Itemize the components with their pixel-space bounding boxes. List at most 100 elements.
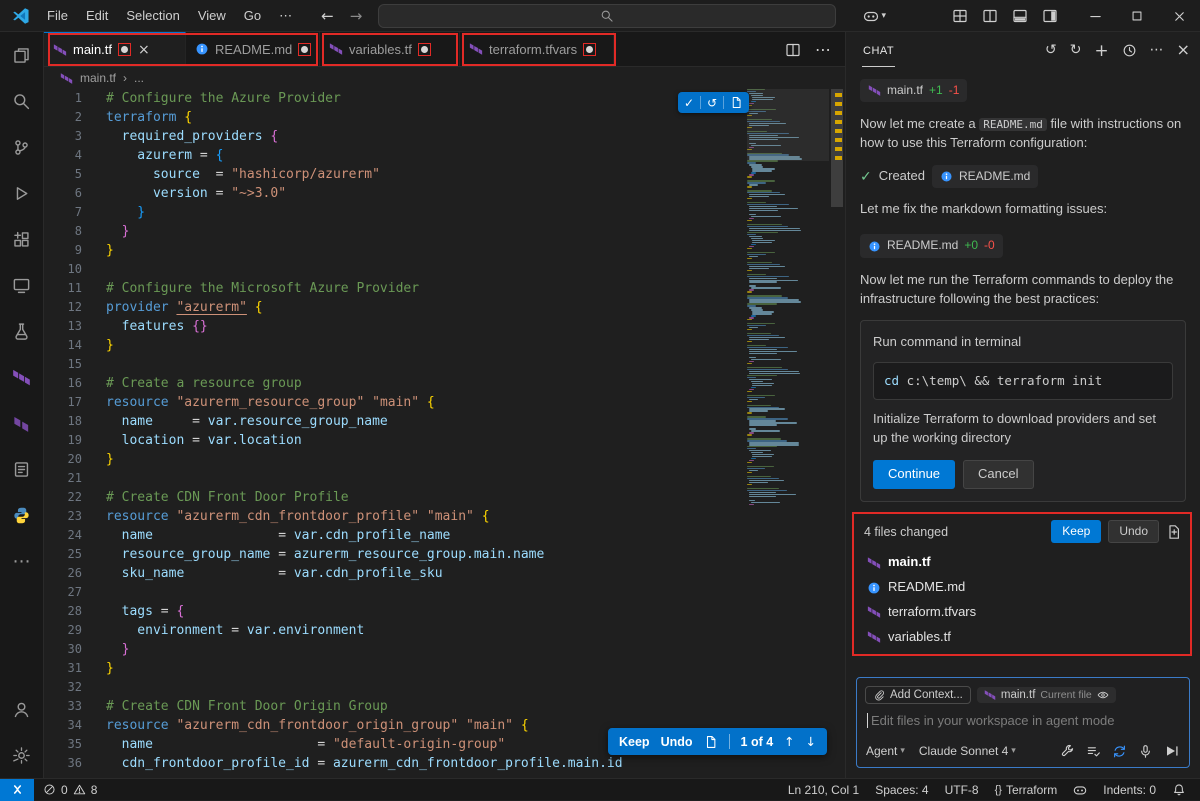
info-icon [868,240,881,253]
status-encoding[interactable]: UTF-8 [945,783,979,797]
file-change-badge[interactable]: main.tf +1 -1 [860,79,967,102]
history-back-button[interactable]: ← [321,7,334,25]
tab-README-md[interactable]: README.md [186,32,320,66]
vertical-scrollbar[interactable] [829,89,845,778]
undo-button[interactable]: Undo [661,735,693,749]
warning-mark [835,156,842,160]
attached-file-chip[interactable]: main.tf Current file [977,687,1116,703]
model-picker[interactable]: Claude Sonnet 4 ▾ [919,744,1016,758]
status-indentation[interactable]: Spaces: 4 [875,783,928,797]
status-cursor-position[interactable]: Ln 210, Col 1 [788,783,859,797]
activity-terraform-hcl[interactable] [0,400,44,446]
status-copilot-status[interactable] [1073,783,1087,797]
menu-item-go[interactable]: Go [235,0,270,31]
accept-change-button[interactable]: ✓ [678,92,700,113]
activity-docs[interactable] [0,446,44,492]
breadcrumb-more[interactable]: ... [134,71,144,85]
code-text: sku_name = var.cdn_profile_sku [106,564,443,583]
maximize-button[interactable] [1116,0,1158,32]
file-icon[interactable] [704,735,718,749]
tab-variables-tf[interactable]: variables.tf [320,32,460,66]
code-line: 3 required_providers { [44,127,845,146]
breadcrumb-file[interactable]: main.tf [80,71,116,85]
go-to-file-button[interactable] [724,92,749,113]
eye-icon[interactable] [1097,689,1109,701]
sync-icon[interactable] [1112,744,1127,759]
close-window-button[interactable] [1158,0,1200,32]
file-change-badge[interactable]: README.md +0 -0 [860,234,1003,257]
menu-item-more[interactable]: ⋯ [270,0,301,31]
activity-more[interactable]: ⋯ [0,538,44,584]
history-forward-button[interactable]: → [350,7,363,25]
history-button[interactable] [1122,43,1137,58]
minimap-viewport[interactable] [747,89,829,161]
line-number: 11 [44,279,106,298]
warning-mark [835,93,842,97]
split-editor-icon[interactable] [785,42,801,58]
activity-python[interactable] [0,492,44,538]
changed-file-variables-tf[interactable]: variables.tf [864,625,1182,650]
sidebar-right-icon[interactable] [1042,8,1058,24]
undo-button[interactable]: ↺ [1045,43,1057,57]
command-center-search[interactable] [378,4,836,28]
activity-extensions[interactable] [0,216,44,262]
view-diff-icon[interactable] [1166,524,1182,540]
tools-icon[interactable] [1060,744,1075,759]
menu-item-file[interactable]: File [38,0,77,31]
panel-bottom-icon[interactable] [1012,8,1028,24]
close-button[interactable]: × [1177,42,1191,58]
send-icon[interactable] [1164,743,1180,759]
cancel-button[interactable]: Cancel [963,460,1033,489]
add-context-button[interactable]: Add Context... [865,686,971,704]
inline-edit-actions: ✓ ↺ [678,92,749,113]
activity-source-control[interactable] [0,124,44,170]
activity-explorer[interactable] [0,32,44,78]
created-file-chip[interactable]: README.md [932,165,1038,188]
menu-item-edit[interactable]: Edit [77,0,117,31]
keep-all-button[interactable]: Keep [1051,520,1101,543]
continue-button[interactable]: Continue [873,460,955,489]
minimap[interactable] [747,89,829,778]
activity-accounts[interactable] [0,686,44,732]
keep-button[interactable]: Keep [619,735,650,749]
rules-icon[interactable] [1086,744,1101,759]
breadcrumb[interactable]: main.tf › ... [44,67,845,89]
changed-file-README-md[interactable]: README.md [864,575,1182,600]
menu-item-selection[interactable]: Selection [117,0,188,31]
mode-picker[interactable]: Agent ▾ [866,744,905,758]
activity-terraform[interactable] [0,354,44,400]
tab-terraform-tfvars[interactable]: terraform.tfvars [460,32,614,66]
layout-grid-icon[interactable] [952,8,968,24]
changed-file-terraform-tfvars[interactable]: terraform.tfvars [864,600,1182,625]
mic-icon[interactable] [1138,744,1153,759]
tab-main-tf[interactable]: main.tf× [44,32,186,66]
status-language-mode[interactable]: {}Terraform [995,783,1058,797]
activity-run-and-debug[interactable] [0,170,44,216]
code-editor[interactable]: 1# Configure the Azure Provider2terrafor… [44,89,845,778]
tab-chat[interactable]: CHAT [862,34,895,67]
status-notifications[interactable] [1172,783,1186,797]
activity-search[interactable] [0,78,44,124]
activity-testing[interactable] [0,308,44,354]
menu-item-view[interactable]: View [189,0,235,31]
activity-remote-explorer[interactable] [0,262,44,308]
changed-file-main-tf[interactable]: main.tf [864,550,1182,575]
remote-indicator[interactable] [0,779,34,801]
undo-all-button[interactable]: Undo [1108,520,1159,543]
more-actions-icon[interactable]: ⋯ [815,40,831,59]
split-editor-icon[interactable] [982,8,998,24]
status-indents-counter[interactable]: Indents: 0 [1103,783,1156,797]
minimize-button[interactable] [1074,0,1116,32]
more-button[interactable]: ⋯ [1150,43,1164,57]
close-tab-button[interactable]: × [138,42,150,58]
copilot-menu-button[interactable]: ▾ [863,8,886,24]
discard-change-button[interactable]: ↺ [701,92,723,113]
new-chat-button[interactable]: + [1094,42,1108,59]
copilot-icon [1073,783,1087,797]
chat-input[interactable]: Edit files in your workspace in agent mo… [857,704,1189,743]
next-change-button[interactable]: ↓ [806,734,816,749]
redo-button[interactable]: ↻ [1070,43,1082,57]
activity-settings[interactable] [0,732,44,778]
problems-indicator[interactable]: 0 8 [34,783,106,797]
previous-change-button[interactable]: ↑ [784,734,794,749]
